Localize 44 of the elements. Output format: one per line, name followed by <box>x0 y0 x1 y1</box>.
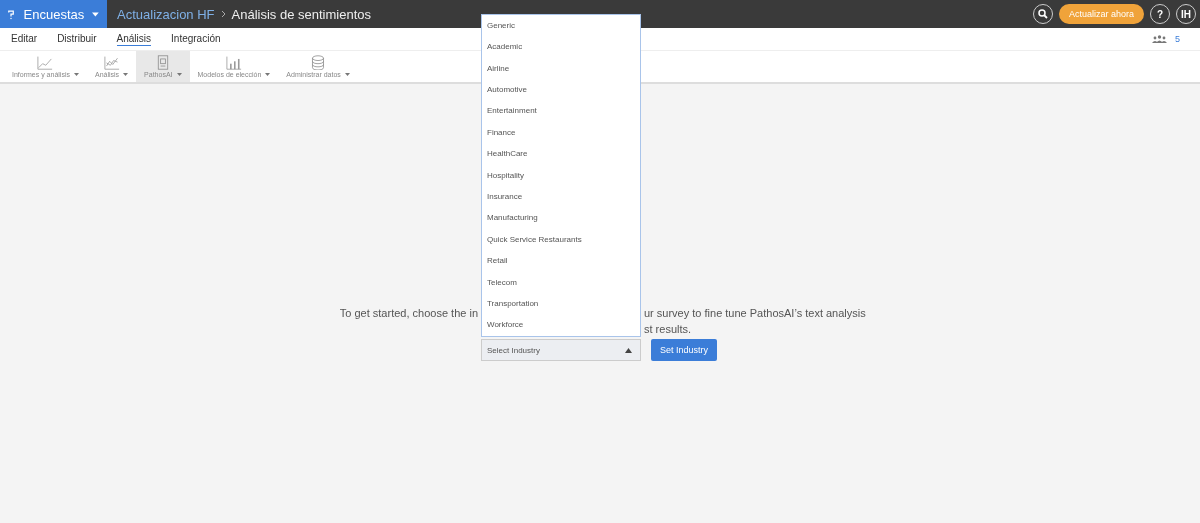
product-name: Encuestas <box>23 6 85 22</box>
caret-icon <box>344 73 350 76</box>
users-icon <box>1152 35 1167 43</box>
intro-text: ur survey to fine tune PathosAI’s text analysis <box>643 306 866 321</box>
product-menu[interactable]: Encuestas <box>0 0 107 28</box>
bar-chart-icon <box>225 55 242 70</box>
dropdown-option[interactable]: Entertainment <box>482 100 640 123</box>
caret-icon <box>92 11 99 17</box>
caret-icon <box>176 73 182 76</box>
nav-tab[interactable]: Editar <box>11 32 38 46</box>
dropdown-option[interactable]: Quick Service Restaurants <box>482 229 640 251</box>
chevron-icon <box>220 10 226 18</box>
search-icon <box>1037 9 1048 19</box>
page-title: Análisis de sentimientos <box>231 6 371 22</box>
nav-tab[interactable]: Integración <box>171 32 221 46</box>
dropdown-option[interactable]: Hospitality <box>482 164 640 187</box>
collaborator-count[interactable]: 5 <box>1175 34 1180 44</box>
industry-select[interactable]: Select Industry <box>481 339 641 361</box>
dropdown-option[interactable]: Automotive <box>482 79 640 101</box>
logo-icon <box>8 7 16 21</box>
dropdown-option[interactable]: HealthCare <box>482 143 640 165</box>
dropdown-option[interactable]: Telecom <box>482 271 640 294</box>
database-icon <box>310 55 327 70</box>
caret-icon <box>73 73 79 76</box>
nav-tab[interactable]: Distribuir <box>57 32 97 46</box>
dropdown-option[interactable]: Workforce <box>482 314 640 336</box>
caret-icon <box>123 73 129 76</box>
caret-icon <box>265 73 271 76</box>
dropdown-option[interactable]: Retail <box>482 250 640 272</box>
dropdown-option[interactable]: Academic <box>482 36 640 58</box>
dropdown-option[interactable]: Insurance <box>482 186 640 208</box>
breadcrumb-link[interactable]: Actualizacion HF <box>117 6 215 22</box>
dropdown-option[interactable]: Finance <box>482 122 640 144</box>
set-industry-button[interactable]: Set Industry <box>651 339 718 361</box>
dropdown-option[interactable]: Transportation <box>482 293 640 315</box>
trend-chart-icon <box>103 55 120 70</box>
intro-text: st results. <box>643 322 692 337</box>
dropdown-option[interactable]: Airline <box>482 57 640 80</box>
dropdown-option[interactable]: Generic <box>482 15 640 37</box>
line-chart-icon <box>37 55 54 70</box>
caret-icon <box>625 347 632 353</box>
intro-text: To get started, choose the in <box>339 306 479 321</box>
nav-tab[interactable]: Análisis <box>116 32 152 46</box>
dropdown-option[interactable]: Manufacturing <box>482 207 640 230</box>
